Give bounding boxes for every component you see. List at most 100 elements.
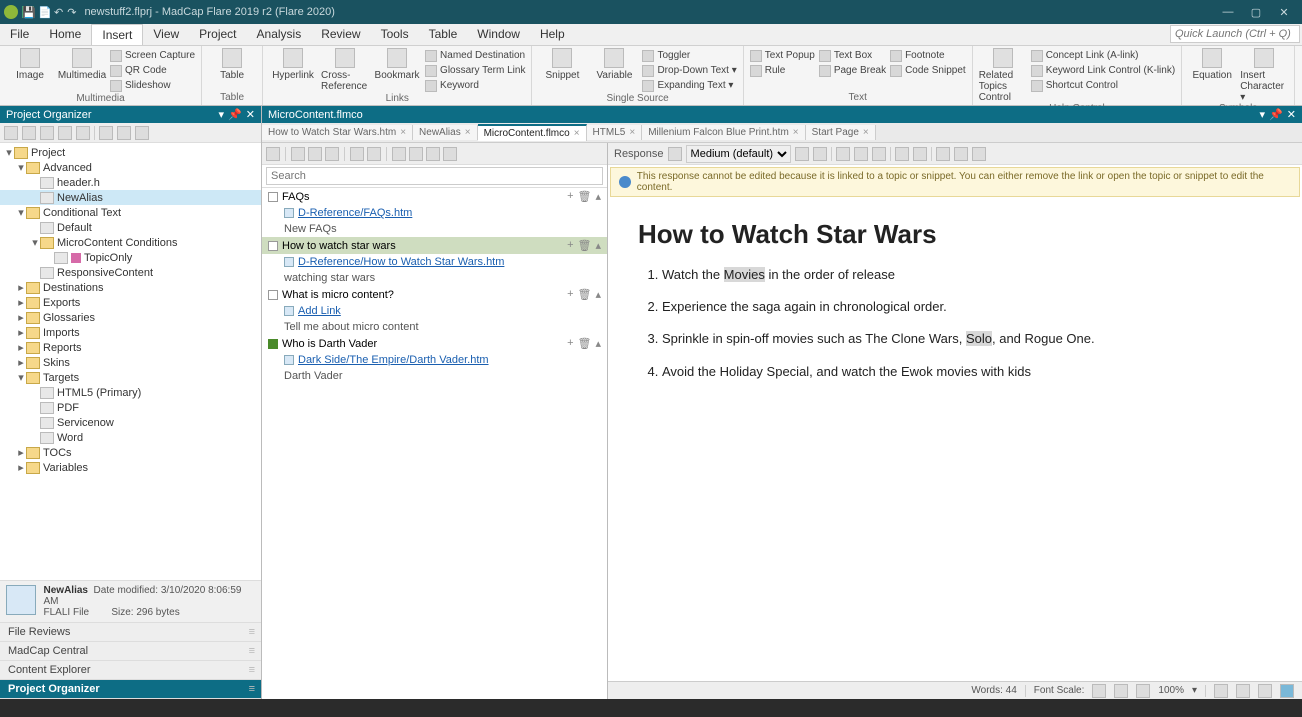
ribbon-slideshow[interactable]: Slideshow (110, 78, 195, 93)
toolbar-icon[interactable] (795, 147, 809, 161)
toolbar-icon[interactable] (813, 147, 827, 161)
toolbar-icon[interactable] (99, 126, 113, 140)
tree-node[interactable]: Servicenow (0, 415, 261, 430)
close-icon[interactable]: × (465, 127, 471, 138)
panel-dropdown-icon[interactable]: ▾ (219, 108, 225, 121)
close-icon[interactable]: × (629, 127, 635, 138)
toolbar-icon[interactable] (392, 147, 406, 161)
bottom-tab-project-organizer[interactable]: Project Organizer≡ (0, 680, 261, 699)
add-phrase-icon[interactable]: + (567, 239, 573, 252)
delete-icon[interactable]: 🗑 (578, 239, 592, 252)
close-icon[interactable]: × (863, 127, 869, 138)
ribbon-bookmark[interactable]: Bookmark (373, 48, 421, 81)
toolbar-icon[interactable] (58, 126, 72, 140)
toolbar-icon[interactable] (913, 147, 927, 161)
quick-launch-input[interactable] (1170, 25, 1300, 43)
toolbar-icon[interactable] (872, 147, 886, 161)
tree-node[interactable]: Default (0, 220, 261, 235)
ribbon-equation[interactable]: Equation (1188, 48, 1236, 81)
toolbar-icon[interactable] (135, 126, 149, 140)
doc-dropdown-icon[interactable]: ▾ (1260, 108, 1266, 121)
ribbon-glossary-term-link[interactable]: Glossary Term Link (425, 63, 525, 78)
tree-node[interactable]: PDF (0, 400, 261, 415)
collapse-icon[interactable]: ▴ (595, 239, 601, 252)
ribbon-code-snippet[interactable]: Code Snippet (890, 63, 966, 78)
toolbar-icon[interactable] (40, 126, 54, 140)
tree-node[interactable]: ▸Imports (0, 325, 261, 340)
zoom-reset-icon[interactable] (1114, 684, 1128, 698)
add-phrase-icon[interactable]: + (567, 288, 573, 301)
toolbar-icon[interactable] (443, 147, 457, 161)
menu-window[interactable]: Window (467, 24, 530, 45)
menu-home[interactable]: Home (39, 24, 91, 45)
zoom-in-icon[interactable] (1136, 684, 1150, 698)
microcontent-search-input[interactable] (266, 167, 603, 185)
ribbon-hyperlink[interactable]: Hyperlink (269, 48, 317, 81)
toolbar-icon[interactable] (325, 147, 339, 161)
medium-select[interactable]: Medium (default) (686, 145, 791, 163)
tree-node[interactable]: ▾Project (0, 145, 261, 160)
collapse-icon[interactable]: ▴ (595, 190, 601, 203)
view-mode-icon[interactable] (1258, 684, 1272, 698)
microcontent-phrase[interactable]: watching star wars (262, 270, 607, 286)
toolbar-icon[interactable] (668, 147, 682, 161)
document-tab[interactable]: HTML5× (587, 125, 643, 140)
ribbon-image[interactable]: Image (6, 48, 54, 81)
ribbon-concept-link-a-link-[interactable]: Concept Link (A-link) (1031, 48, 1176, 63)
ribbon-text-box[interactable]: Text Box (819, 48, 886, 63)
menu-help[interactable]: Help (530, 24, 575, 45)
ribbon-rule[interactable]: Rule (750, 63, 815, 78)
close-icon[interactable]: × (793, 127, 799, 138)
document-tab[interactable]: MicroContent.flmco× (478, 124, 587, 141)
tree-node[interactable]: ▾Targets (0, 370, 261, 385)
ribbon-cross-reference[interactable]: Cross-Reference (321, 48, 369, 92)
microcontent-phrase[interactable]: Tell me about micro content (262, 319, 607, 335)
save-icon[interactable]: 💾 (22, 6, 34, 18)
ribbon-named-destination[interactable]: Named Destination (425, 48, 525, 63)
tree-node[interactable]: ▸Exports (0, 295, 261, 310)
toolbar-icon[interactable] (350, 147, 364, 161)
add-phrase-icon[interactable]: + (567, 190, 573, 203)
document-tab[interactable]: How to Watch Star Wars.htm× (262, 125, 413, 140)
menu-review[interactable]: Review (311, 24, 370, 45)
menu-tools[interactable]: Tools (371, 24, 419, 45)
delete-icon[interactable]: 🗑 (578, 337, 592, 350)
toolbar-icon[interactable] (291, 147, 305, 161)
view-mode-icon[interactable] (1214, 684, 1228, 698)
bottom-tab-madcap-central[interactable]: MadCap Central≡ (0, 642, 261, 661)
microcontent-link[interactable]: Dark Side/The Empire/Darth Vader.htm (262, 352, 607, 368)
toolbar-icon[interactable] (76, 126, 90, 140)
redo-icon[interactable]: ↷ (67, 6, 76, 19)
tree-node[interactable]: HTML5 (Primary) (0, 385, 261, 400)
toolbar-icon[interactable] (367, 147, 381, 161)
microcontent-phrase[interactable]: New FAQs (262, 221, 607, 237)
toolbar-icon[interactable] (854, 147, 868, 161)
minimize-button[interactable]: — (1214, 2, 1242, 22)
microcontent-list[interactable]: FAQs+🗑▴D-Reference/FAQs.htmNew FAQsHow t… (262, 188, 607, 699)
tree-node[interactable]: ResponsiveContent (0, 265, 261, 280)
delete-icon[interactable]: 🗑 (578, 288, 592, 301)
menu-analysis[interactable]: Analysis (247, 24, 312, 45)
tree-node[interactable]: ▸Skins (0, 355, 261, 370)
menu-file[interactable]: File (0, 24, 39, 45)
tree-node[interactable]: ▾Conditional Text (0, 205, 261, 220)
microcontent-item[interactable]: What is micro content?+🗑▴ (262, 286, 607, 303)
toolbar-icon[interactable] (936, 147, 950, 161)
tree-node[interactable]: ▸TOCs (0, 445, 261, 460)
undo-icon[interactable]: ↶ (54, 6, 63, 19)
panel-pin-icon[interactable]: 📌 (228, 108, 242, 121)
microcontent-item[interactable]: How to watch star wars+🗑▴ (262, 237, 607, 254)
toolbar-icon[interactable] (266, 147, 280, 161)
ribbon-multimedia[interactable]: Multimedia (58, 48, 106, 81)
ribbon-page-break[interactable]: Page Break (819, 63, 886, 78)
document-tab[interactable]: Start Page× (806, 125, 876, 140)
ribbon-table[interactable]: Table (208, 48, 256, 81)
ribbon-drop-down-text-[interactable]: Drop-Down Text ▾ (642, 63, 736, 78)
close-button[interactable]: ✕ (1270, 2, 1298, 22)
delete-icon[interactable]: 🗑 (578, 190, 592, 203)
collapse-icon[interactable]: ▴ (595, 288, 601, 301)
menu-view[interactable]: View (143, 24, 189, 45)
ribbon-keyword[interactable]: Keyword (425, 78, 525, 93)
menu-project[interactable]: Project (189, 24, 246, 45)
tree-node[interactable]: ▸Destinations (0, 280, 261, 295)
